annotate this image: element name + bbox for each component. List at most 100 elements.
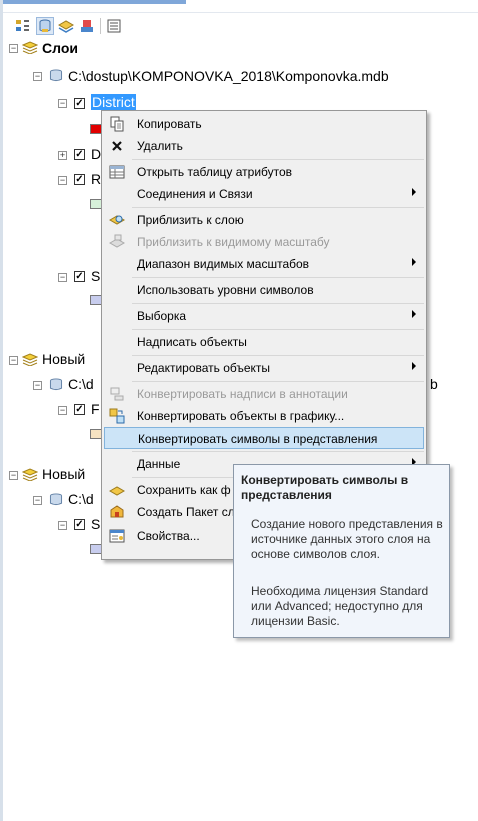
workspace-path-label[interactable]: C:\d [68, 376, 94, 392]
options-icon[interactable] [105, 17, 123, 35]
collapse-icon[interactable]: − [58, 99, 67, 108]
menu-item-label: Надписать объекты [137, 335, 247, 349]
expand-icon[interactable]: + [58, 151, 67, 160]
collapse-icon[interactable]: − [58, 273, 67, 282]
menu-item-label: Приблизить к слою [137, 213, 244, 227]
menu-item-label: Использовать уровни символов [137, 283, 314, 297]
menu-item-label: Создать Пакет сл [137, 505, 235, 519]
layer-label[interactable]: F [91, 401, 100, 417]
layer-package-icon [110, 505, 124, 518]
menu-item-tooltip: Конвертировать символы в представления С… [233, 464, 450, 638]
list-by-visibility-icon[interactable] [57, 17, 75, 35]
submenu-arrow-icon [412, 258, 416, 266]
menu-item-visible-scale-range[interactable]: Диапазон видимых масштабов [104, 253, 424, 275]
collapse-icon[interactable]: − [58, 521, 67, 530]
menu-separator [132, 277, 424, 278]
layer-visibility-checkbox[interactable]: ✓ [74, 149, 85, 160]
data-frame-label[interactable]: Слои [42, 40, 78, 56]
menu-separator [132, 329, 424, 330]
menu-item-label: Выборка [137, 309, 187, 323]
collapse-icon[interactable]: − [9, 44, 18, 53]
menu-item-label: Конвертировать надписи в аннотации [137, 387, 348, 401]
submenu-arrow-icon [412, 188, 416, 196]
menu-separator [132, 207, 424, 208]
collapse-icon[interactable]: − [9, 471, 18, 480]
layer-label[interactable]: S [91, 516, 100, 532]
layer-label[interactable]: R [91, 171, 101, 187]
collapse-icon[interactable]: − [58, 406, 67, 415]
collapse-icon[interactable]: − [58, 176, 67, 185]
menu-item-zoom-to-visible-scale[interactable]: Приблизить к видимому масштабу [104, 231, 424, 253]
list-by-source-icon[interactable] [36, 17, 54, 35]
list-by-selection-icon[interactable] [78, 17, 96, 35]
properties-icon [109, 529, 125, 543]
selected-layer-label[interactable]: District [91, 94, 136, 110]
layer-visibility-checkbox[interactable]: ✓ [74, 174, 85, 185]
window-top-strip [0, 0, 478, 13]
collapse-icon[interactable]: − [33, 381, 42, 390]
convert-features-icon [109, 408, 125, 424]
collapse-icon[interactable]: − [33, 496, 42, 505]
window-left-border [0, 0, 3, 821]
menu-item-label: Приблизить к видимому масштабу [137, 235, 330, 249]
menu-item-edit-features[interactable]: Редактировать объекты [104, 357, 424, 379]
zoom-to-layer-icon [109, 215, 125, 225]
save-layer-icon [109, 486, 125, 496]
menu-item-label: Удалить [137, 139, 183, 153]
menu-item-label: Свойства... [137, 529, 200, 543]
layer-visibility-checkbox[interactable]: ✓ [74, 271, 85, 282]
database-icon [49, 493, 63, 506]
workspace-path-label[interactable]: C:\dostup\KOMPONOVKA_2018\Komponovka.mdb [68, 68, 389, 84]
delete-icon [112, 141, 122, 151]
collapse-icon[interactable]: − [9, 356, 18, 365]
database-icon [49, 378, 63, 391]
menu-item-convert-labels-to-annotation[interactable]: Конвертировать надписи в аннотации [104, 383, 424, 405]
menu-item-open-attribute-table[interactable]: Открыть таблицу атрибутов [104, 161, 424, 183]
toolbar-separator [100, 18, 101, 34]
menu-item-label: Конвертировать символы в представления [138, 432, 378, 446]
menu-item-convert-symbology-to-representation[interactable]: Конвертировать символы в представления [104, 427, 424, 449]
menu-separator [132, 381, 424, 382]
menu-item-copy[interactable]: Копировать [104, 113, 424, 135]
layer-group-icon [22, 353, 38, 366]
layer-group-icon [22, 468, 38, 481]
layer-visibility-checkbox[interactable]: ✓ [74, 98, 85, 109]
layer-label[interactable]: S [91, 268, 100, 284]
list-by-drawing-order-icon[interactable] [14, 17, 32, 35]
menu-item-label: Копировать [137, 117, 202, 131]
data-frame-label[interactable]: Новый [42, 466, 85, 482]
layer-label[interactable]: D [91, 146, 101, 162]
menu-item-selection[interactable]: Выборка [104, 305, 424, 327]
menu-item-label: Открыть таблицу атрибутов [137, 165, 293, 179]
menu-separator [132, 355, 424, 356]
zoom-to-scale-icon [109, 234, 125, 248]
tooltip-title: Конвертировать символы в представления [241, 473, 409, 502]
menu-item-label: Конвертировать объекты в графику... [137, 409, 345, 423]
copy-icon [110, 116, 124, 132]
layer-group-icon [22, 41, 38, 54]
menu-separator [132, 303, 424, 304]
menu-item-delete[interactable]: Удалить [104, 135, 424, 157]
menu-item-label-features[interactable]: Надписать объекты [104, 331, 424, 353]
submenu-arrow-icon [412, 362, 416, 370]
menu-separator [132, 451, 424, 452]
menu-item-use-symbol-levels[interactable]: Использовать уровни символов [104, 279, 424, 301]
workspace-path-label[interactable]: C:\d [68, 491, 94, 507]
menu-item-label: Данные [137, 457, 181, 471]
collapse-icon[interactable]: − [33, 72, 42, 81]
tooltip-description: Создание нового представления в источник… [251, 517, 443, 561]
menu-item-convert-features-to-graphics[interactable]: Конвертировать объекты в графику... [104, 405, 424, 427]
layer-visibility-checkbox[interactable]: ✓ [74, 404, 85, 415]
layer-visibility-checkbox[interactable]: ✓ [74, 519, 85, 530]
submenu-arrow-icon [412, 310, 416, 318]
database-icon [49, 69, 63, 82]
menu-separator [132, 159, 424, 160]
convert-labels-icon [110, 387, 124, 401]
menu-item-joins-relates[interactable]: Соединения и Связи [104, 183, 424, 205]
attribute-table-icon [109, 165, 125, 179]
data-frame-label[interactable]: Новый [42, 351, 85, 367]
tooltip-license-note: Необходима лицензия Standard или Advance… [251, 584, 429, 628]
menu-item-zoom-to-layer[interactable]: Приблизить к слою [104, 209, 424, 231]
menu-item-label: Соединения и Связи [137, 187, 253, 201]
menu-item-label: Редактировать объекты [137, 361, 271, 375]
